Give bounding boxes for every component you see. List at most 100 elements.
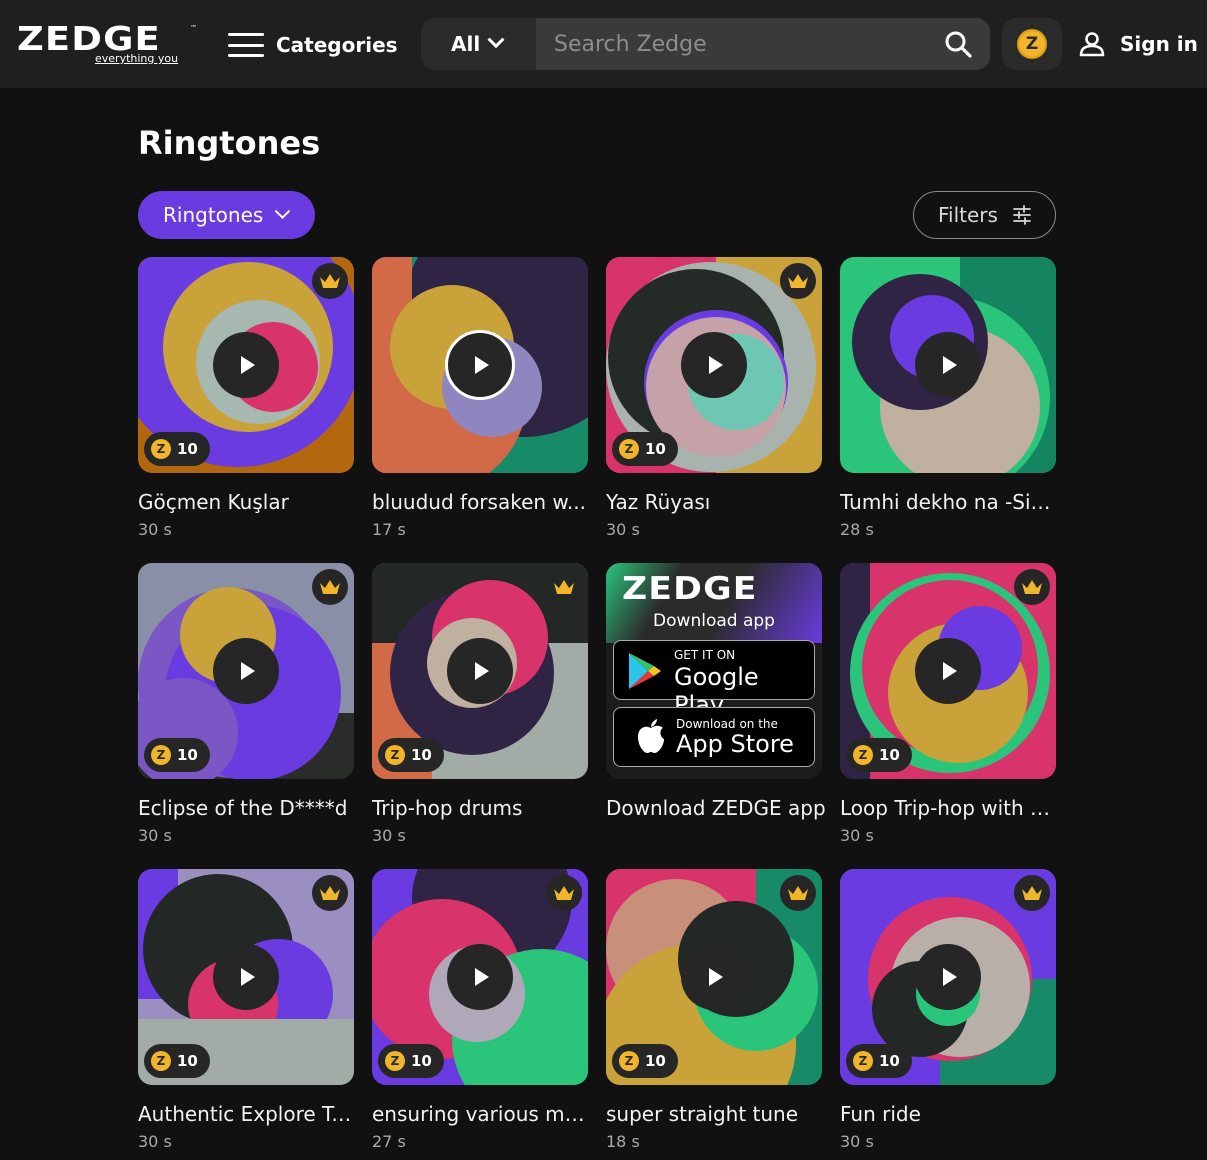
content-type-dropdown[interactable]: Ringtones [138,191,315,239]
google-play-icon [629,653,661,689]
ringtone-card[interactable]: Z 10 Yaz Rüyası 30 s [606,257,822,539]
ringtone-card[interactable]: Z 10 Loop Trip-hop with L... 30 s [840,563,1056,845]
premium-crown-icon [1014,875,1050,911]
ringtone-thumbnail[interactable]: Z 10 [606,257,822,473]
logo-tagline: everything you [95,52,179,65]
categories-button[interactable]: Categories [228,30,398,60]
ringtone-duration: 30 s [138,826,172,845]
filters-label: Filters [938,203,998,227]
top-navbar: ZEDGE ™ everything you Categories All Z … [0,0,1207,88]
credits-button[interactable]: Z [1002,18,1062,70]
app-store-big-text: App Store [676,730,794,758]
play-button[interactable] [445,330,515,400]
ringtone-title[interactable]: Trip-hop drums [372,796,588,820]
play-button[interactable] [681,944,747,1010]
app-store-button[interactable]: Download on the App Store [613,707,815,767]
play-icon [475,968,489,986]
zedge-logo[interactable]: ZEDGE ™ everything you [17,22,202,66]
ringtone-card[interactable]: Z 10 Trip-hop drums 30 s [372,563,588,845]
ringtone-title[interactable]: super straight tune [606,1102,822,1126]
ringtone-title[interactable]: Eclipse of the D****d [138,796,354,820]
filters-button[interactable]: Filters [913,191,1056,239]
promo-title[interactable]: Download ZEDGE app [606,796,826,820]
ringtone-thumbnail[interactable]: Z 10 [372,869,588,1085]
play-icon [709,968,723,986]
play-button[interactable] [681,332,747,398]
google-play-small-text: GET IT ON [674,648,736,662]
price-badge: Z 10 [144,1044,210,1078]
z-coin-icon: Z [853,1051,873,1071]
premium-crown-icon [780,263,816,299]
ringtone-card[interactable]: Tumhi dekho na -Sitar 28 s [840,257,1056,539]
price-badge: Z 10 [144,738,210,772]
play-button[interactable] [213,638,279,704]
promo-subtitle: Download app [653,611,775,631]
ringtone-thumbnail[interactable] [372,257,588,473]
ringtone-title[interactable]: Authentic Explore Tu... [138,1102,354,1126]
search-bar: All [421,18,990,70]
search-scope-label: All [451,32,481,56]
play-button[interactable] [213,944,279,1010]
ringtone-duration: 18 s [606,1132,640,1151]
ringtone-title[interactable]: ensuring various meth [372,1102,588,1126]
google-play-button[interactable]: GET IT ON Google Play [613,640,815,719]
search-scope-dropdown[interactable]: All [421,18,536,70]
ringtone-thumbnail[interactable] [840,257,1056,473]
ringtone-thumbnail[interactable]: Z 10 [372,563,588,779]
price-badge: Z 10 [144,432,210,466]
ringtone-card[interactable]: Z 10 ensuring various meth 27 s [372,869,588,1151]
play-button[interactable] [447,638,513,704]
z-coin-icon: Z [151,439,171,459]
hamburger-icon [228,33,264,57]
play-button[interactable] [915,332,981,398]
price-badge: Z 10 [612,1044,678,1078]
play-button[interactable] [447,944,513,1010]
price-badge: Z 10 [612,432,678,466]
ringtone-title[interactable]: Göçmen Kuşlar [138,490,354,514]
play-icon [943,968,957,986]
ringtone-title[interactable]: Loop Trip-hop with L... [840,796,1056,820]
ringtone-thumbnail[interactable]: Z 10 [840,869,1056,1085]
price-badge: Z 10 [846,1044,912,1078]
ringtone-title[interactable]: Tumhi dekho na -Sitar [840,490,1056,514]
play-button[interactable] [915,944,981,1010]
ringtone-thumbnail[interactable]: Z 10 [840,563,1056,779]
page-title: Ringtones [138,124,321,162]
ringtone-duration: 30 s [840,1132,874,1151]
sign-in-button[interactable]: Sign in [1078,28,1198,60]
content-type-label: Ringtones [163,203,264,227]
ringtone-title[interactable]: bluudud forsaken w... [372,490,588,514]
ringtone-title[interactable]: Yaz Rüyası [606,490,822,514]
categories-label: Categories [276,33,398,57]
ringtone-duration: 28 s [840,520,874,539]
ringtone-card[interactable]: Z 10 Fun ride 30 s [840,869,1056,1151]
ringtone-duration: 30 s [138,520,172,539]
ringtone-title[interactable]: Fun ride [840,1102,1056,1126]
ringtone-thumbnail[interactable]: Z 10 [138,869,354,1085]
ringtone-card[interactable]: bluudud forsaken w... 17 s [372,257,588,539]
ringtone-thumbnail[interactable]: Z 10 [138,257,354,473]
play-icon [241,662,255,680]
app-store-small-text: Download on the [676,717,778,731]
price-badge: Z 10 [378,738,444,772]
ringtone-duration: 30 s [606,520,640,539]
price-value: 10 [879,746,900,764]
ringtone-thumbnail[interactable]: Z 10 [606,869,822,1085]
premium-crown-icon [312,569,348,605]
ringtone-card[interactable]: Z 10 Eclipse of the D****d 30 s [138,563,354,845]
z-coin-icon: Z [151,1051,171,1071]
play-button[interactable] [915,638,981,704]
price-value: 10 [411,746,432,764]
price-value: 10 [177,1052,198,1070]
ringtone-card[interactable]: Z 10 Göçmen Kuşlar 30 s [138,257,354,539]
search-input[interactable] [536,18,990,70]
ringtone-duration: 30 s [372,826,406,845]
price-value: 10 [879,1052,900,1070]
ringtone-thumbnail[interactable]: Z 10 [138,563,354,779]
premium-crown-icon [546,569,582,605]
search-icon[interactable] [944,30,972,58]
play-button[interactable] [213,332,279,398]
z-coin-icon: Z [385,745,405,765]
ringtone-card[interactable]: Z 10 Authentic Explore Tu... 30 s [138,869,354,1151]
ringtone-card[interactable]: Z 10 super straight tune 18 s [606,869,822,1151]
